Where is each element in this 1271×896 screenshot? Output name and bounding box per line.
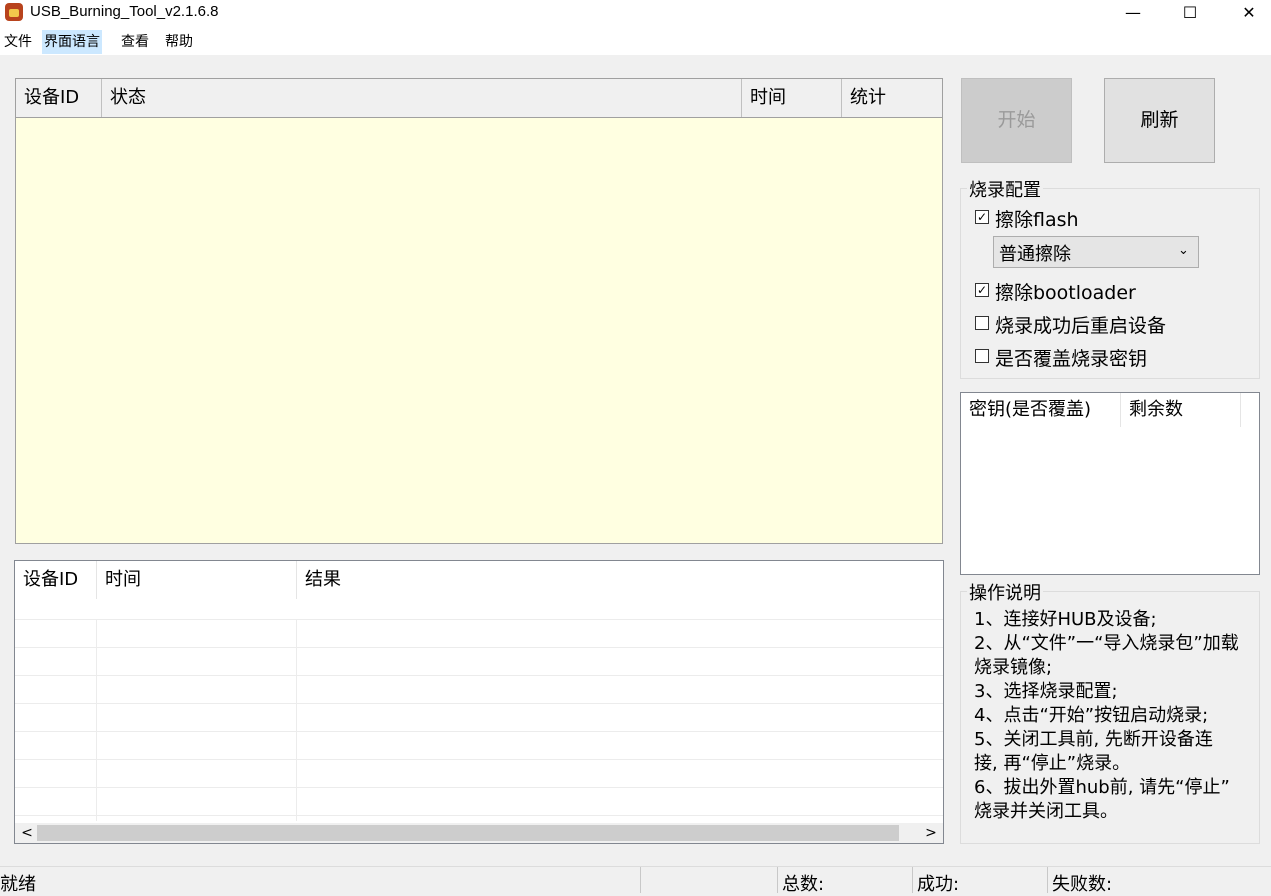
maximize-button[interactable]: ☐ (1161, 0, 1219, 28)
key-list-header: 密钥(是否覆盖) 剩余数 (961, 393, 1259, 427)
status-fail: 失败数: (1052, 874, 1113, 895)
scroll-left-arrow[interactable]: < (19, 823, 35, 843)
instruction-line: 2、从“文件”一“导入烧录包”加载 (974, 633, 1239, 654)
instruction-line: 5、关闭工具前, 先断开设备连 (974, 729, 1213, 750)
status-ready: 就绪 (0, 874, 36, 895)
burn-config-title: 烧录配置 (967, 176, 1043, 202)
column-device-id[interactable]: 设备ID (15, 561, 97, 599)
column-time[interactable]: 时间 (742, 79, 842, 117)
instruction-line: 6、拔出外置hub前, 请先“停止” (974, 777, 1230, 798)
reboot-after-label: 烧录成功后重启设备 (995, 315, 1167, 337)
menu-help[interactable]: 帮助 (163, 30, 195, 54)
refresh-button[interactable]: 刷新 (1104, 78, 1215, 163)
scroll-right-arrow[interactable]: > (923, 823, 939, 843)
instruction-line: 4、点击“开始”按钮启动烧录; (974, 705, 1209, 726)
status-divider (912, 867, 913, 893)
result-list[interactable]: 设备ID 时间 结果 < > (14, 560, 944, 844)
instructions-text: 1、连接好HUB及设备; 2、从“文件”一“导入烧录包”加载 烧录镜像; 3、选… (974, 608, 1262, 824)
column-remaining[interactable]: 剩余数 (1121, 393, 1241, 427)
column-status[interactable]: 状态 (102, 79, 742, 117)
column-stats[interactable]: 统计 (842, 79, 942, 117)
instruction-line: 烧录并关闭工具。 (974, 801, 1118, 822)
status-divider (640, 867, 641, 893)
status-success: 成功: (917, 874, 960, 895)
close-button[interactable]: ✕ (1220, 0, 1271, 28)
device-list-header: 设备ID 状态 时间 统计 (16, 79, 942, 118)
start-button[interactable]: 开始 (961, 78, 1072, 163)
erase-mode-value: 普通擦除 (999, 244, 1071, 265)
column-time[interactable]: 时间 (97, 561, 297, 599)
overwrite-key-checkbox[interactable] (975, 349, 989, 363)
column-key[interactable]: 密钥(是否覆盖) (961, 393, 1121, 427)
overwrite-key-label: 是否覆盖烧录密钥 (995, 348, 1148, 370)
instructions-title: 操作说明 (967, 579, 1043, 605)
scrollbar-thumb[interactable] (37, 825, 899, 841)
status-total: 总数: (782, 874, 825, 895)
erase-bootloader-checkbox[interactable]: ✓ (975, 283, 989, 297)
result-grid (15, 619, 943, 821)
result-list-header: 设备ID 时间 结果 (15, 561, 943, 599)
menu-language[interactable]: 界面语言 (42, 30, 102, 54)
erase-mode-select[interactable]: 普通擦除 ⌄ (993, 236, 1199, 268)
menu-file[interactable]: 文件 (2, 30, 34, 54)
minimize-button[interactable]: — (1104, 0, 1162, 28)
status-divider (1047, 867, 1048, 893)
instruction-line: 烧录镜像; (974, 657, 1053, 678)
erase-flash-label: 擦除flash (995, 209, 1079, 231)
reboot-after-checkbox[interactable] (975, 316, 989, 330)
instruction-line: 接, 再“停止”烧录。 (974, 753, 1131, 774)
app-icon (5, 3, 23, 21)
horizontal-scrollbar[interactable]: < > (15, 823, 943, 843)
column-device-id[interactable]: 设备ID (16, 79, 102, 117)
erase-bootloader-label: 擦除bootloader (995, 282, 1136, 304)
window-title: USB_Burning_Tool_v2.1.6.8 (30, 3, 219, 20)
column-result[interactable]: 结果 (297, 561, 943, 599)
chevron-down-icon: ⌄ (1178, 243, 1189, 258)
key-list[interactable]: 密钥(是否覆盖) 剩余数 (960, 392, 1260, 575)
menu-view[interactable]: 查看 (119, 30, 151, 54)
status-divider (777, 867, 778, 893)
instruction-line: 1、连接好HUB及设备; (974, 609, 1157, 630)
device-list[interactable]: 设备ID 状态 时间 统计 (15, 78, 943, 544)
instruction-line: 3、选择烧录配置; (974, 681, 1118, 702)
erase-flash-checkbox[interactable]: ✓ (975, 210, 989, 224)
